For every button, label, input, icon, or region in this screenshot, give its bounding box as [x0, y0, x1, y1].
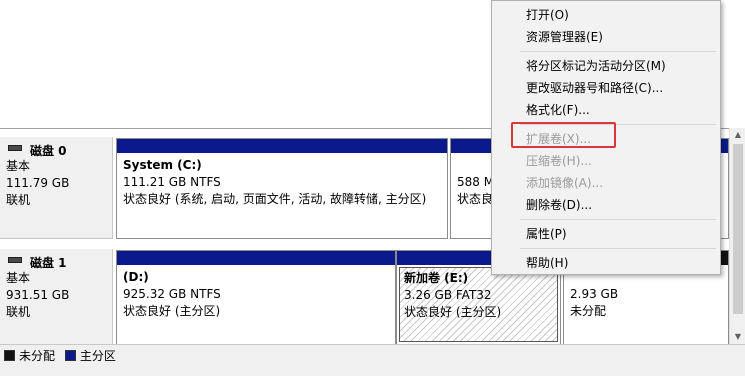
menu-separator — [520, 219, 716, 220]
disk-0-label[interactable]: 磁盘 0 基本 111.79 GB 联机 — [0, 137, 113, 239]
scroll-down-icon[interactable]: ▼ — [730, 330, 745, 344]
partition-system-c[interactable]: System (C:) 111.21 GB NTFS 状态良好 (系统, 启动,… — [116, 138, 448, 239]
menu-item-add-mirror[interactable]: 添加镜像(A)... — [492, 172, 720, 194]
hard-disk-icon — [8, 257, 22, 263]
vertical-scrollbar[interactable]: ▲ ▼ — [729, 128, 745, 344]
disk-0-status: 联机 — [6, 193, 31, 207]
partition-e-status: 状态良好 (主分区) — [404, 305, 502, 319]
menu-item-change-drive-letter[interactable]: 更改驱动器号和路径(C)... — [492, 77, 720, 99]
disk-0-name: 磁盘 0 — [30, 143, 67, 158]
menu-item-properties[interactable]: 属性(P) — [492, 223, 720, 245]
legend-primary: 主分区 — [64, 347, 116, 363]
partition-d-size: 925.32 GB NTFS — [123, 287, 221, 301]
partition-bar — [117, 139, 447, 153]
disk-0-name-row: 磁盘 0 — [6, 142, 112, 158]
legend-unallocated: 未分配 — [4, 347, 55, 363]
disk-0-size: 111.79 GB — [6, 176, 70, 190]
disk-1-size: 931.51 GB — [6, 288, 70, 302]
legend-bar: 未分配 主分区 — [0, 344, 745, 376]
disk-1-label[interactable]: 磁盘 1 基本 931.51 GB 联机 — [0, 249, 113, 345]
scroll-thumb[interactable] — [733, 144, 743, 314]
menu-separator — [520, 248, 716, 249]
partition-c-title: System (C:) — [123, 158, 202, 172]
partition-e-size: 3.26 GB FAT32 — [404, 288, 492, 302]
disk-1-name-row: 磁盘 1 — [6, 254, 112, 270]
menu-item-mark-active[interactable]: 将分区标记为活动分区(M) — [492, 55, 720, 77]
disk-0-type: 基本 — [6, 159, 31, 173]
scroll-up-icon[interactable]: ▲ — [730, 128, 745, 142]
menu-item-help[interactable]: 帮助(H) — [492, 252, 720, 274]
menu-item-delete-volume[interactable]: 删除卷(D)... — [492, 194, 720, 216]
partition-d[interactable]: (D:) 925.32 GB NTFS 状态良好 (主分区) — [116, 250, 396, 345]
partition-bar — [117, 251, 395, 265]
hard-disk-icon — [8, 145, 22, 151]
disk-1-status: 联机 — [6, 305, 31, 319]
extend-volume-highlight — [511, 122, 616, 148]
partition-d-status: 状态良好 (主分区) — [123, 304, 221, 318]
menu-separator — [520, 51, 716, 52]
legend-label-unallocated: 未分配 — [19, 348, 56, 363]
partition-unallocated-status: 未分配 — [570, 304, 607, 318]
partition-d-title: (D:) — [123, 270, 149, 284]
disk-1-name: 磁盘 1 — [30, 255, 67, 270]
disk-1-type: 基本 — [6, 271, 31, 285]
menu-item-format[interactable]: 格式化(F)... — [492, 99, 720, 121]
partition-unallocated-size: 2.93 GB — [570, 287, 619, 301]
legend-swatch-unallocated — [4, 349, 15, 361]
menu-item-open[interactable]: 打开(O) — [492, 4, 720, 26]
partition-c-size: 111.21 GB NTFS — [123, 175, 221, 189]
menu-item-shrink-volume[interactable]: 压缩卷(H)... — [492, 150, 720, 172]
menu-item-explorer[interactable]: 资源管理器(E) — [492, 26, 720, 48]
partition-c-status: 状态良好 (系统, 启动, 页面文件, 活动, 故障转储, 主分区) — [123, 192, 427, 206]
legend-swatch-primary — [64, 349, 76, 361]
legend-label-primary: 主分区 — [79, 348, 116, 363]
